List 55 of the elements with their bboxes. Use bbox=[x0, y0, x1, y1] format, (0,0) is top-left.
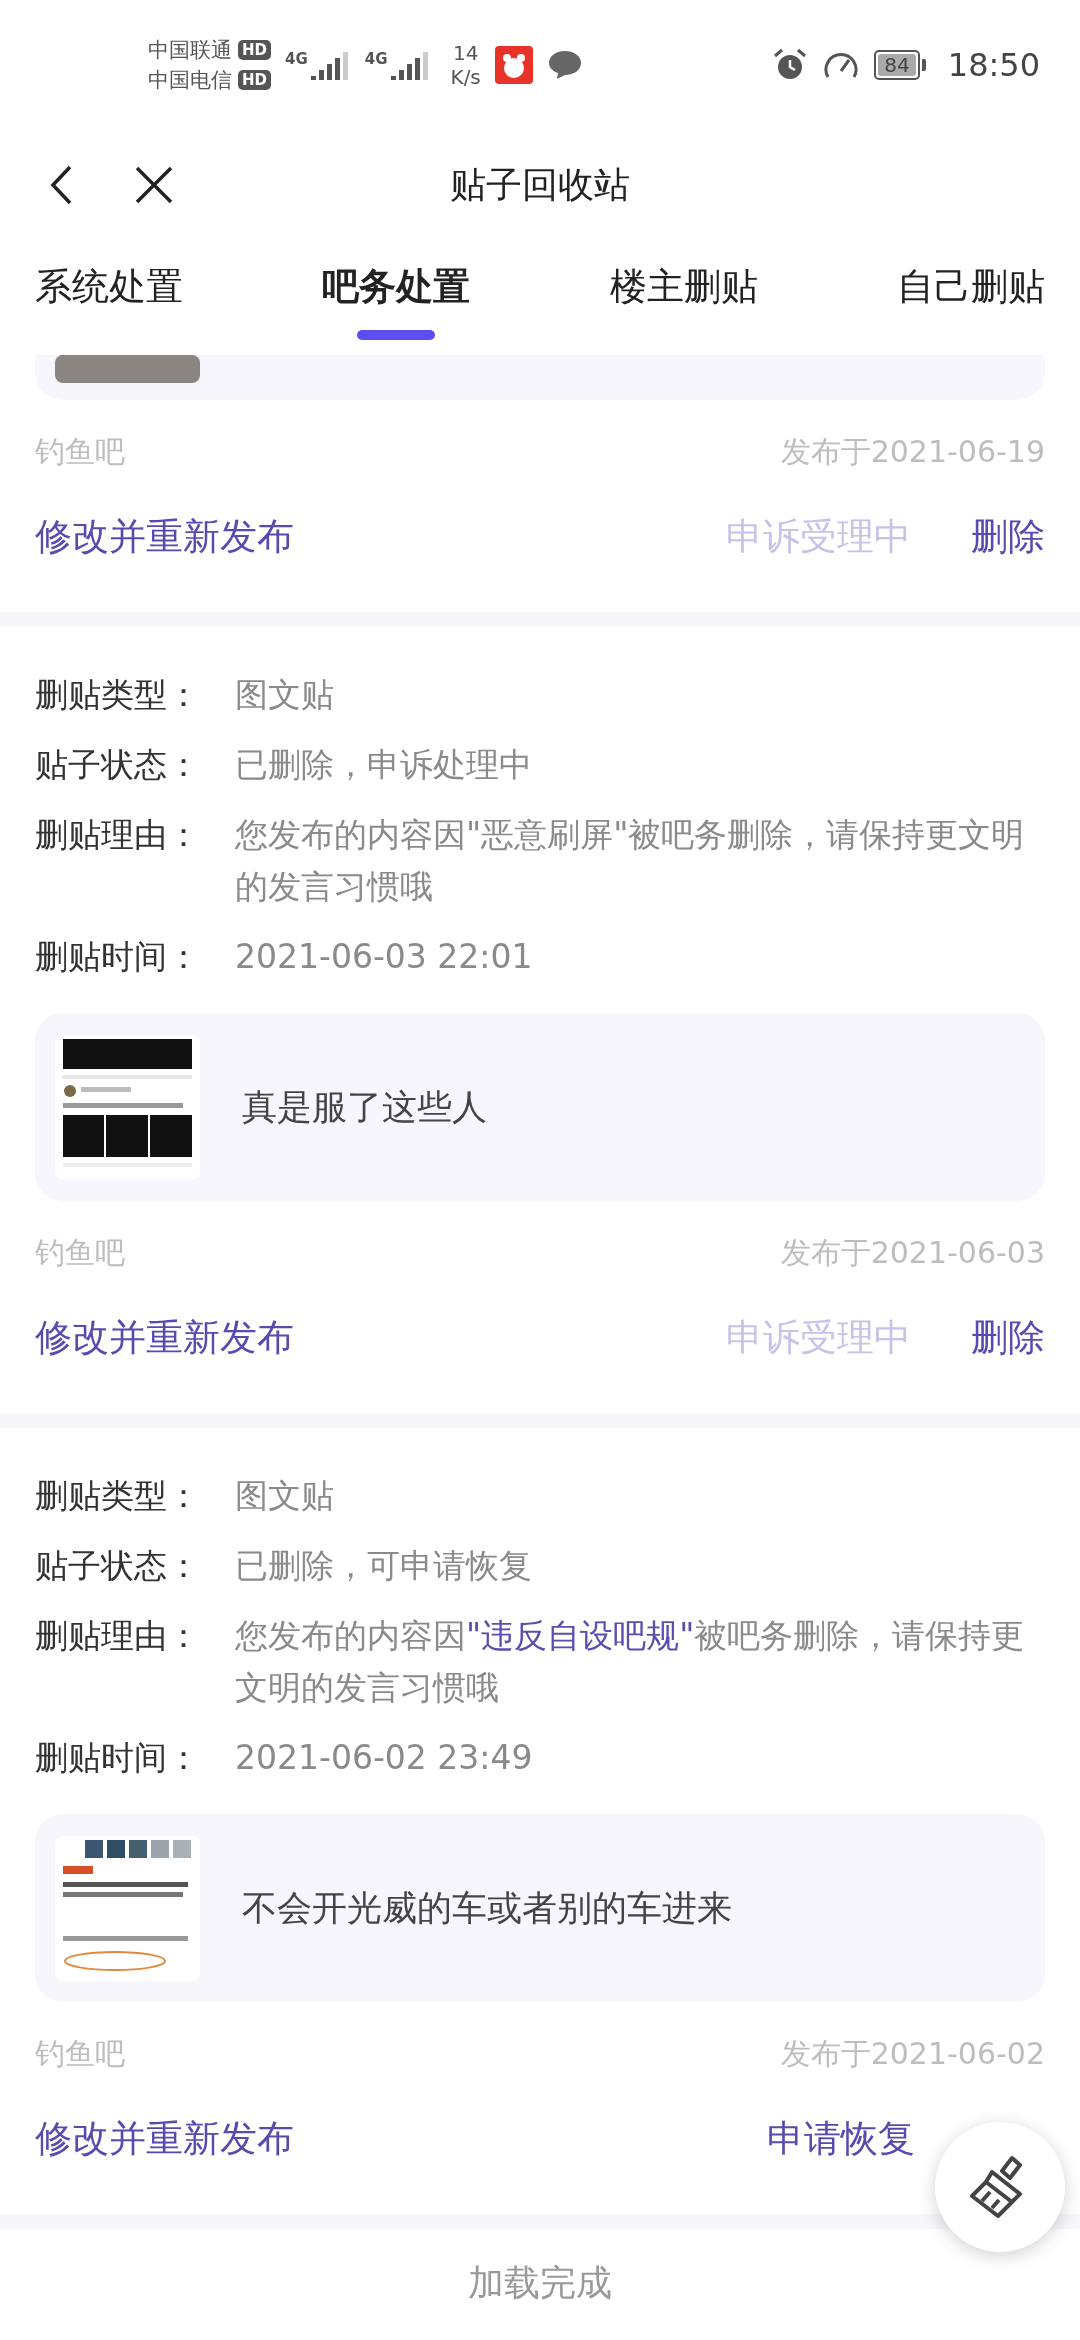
action-link[interactable]: 删除 bbox=[971, 1313, 1045, 1363]
field-value: 您发布的内容因"恶意刷屏"被吧务删除，请保持更文明的发言习惯哦 bbox=[235, 814, 1026, 908]
field-label: 删贴时间： bbox=[35, 936, 201, 978]
post-card[interactable] bbox=[35, 355, 1045, 400]
post-title: 不会开光威的车或者别的车进来 bbox=[242, 1886, 732, 1930]
hd-badge: HD bbox=[238, 40, 271, 60]
action-link[interactable]: 修改并重新发布 bbox=[35, 512, 294, 562]
speed-value: 14 bbox=[452, 41, 479, 65]
speed-unit: K/s bbox=[450, 65, 481, 89]
tab[interactable]: 吧务处置 bbox=[322, 240, 471, 340]
field-value: 已删除，可申请恢复 bbox=[235, 1545, 533, 1587]
action-link[interactable]: 申请恢复 bbox=[767, 2114, 915, 2164]
loading-status: 加载完成 bbox=[468, 2262, 612, 2303]
publish-date: 发布于2021-06-19 bbox=[780, 432, 1045, 471]
field-label: 删贴理由： bbox=[35, 1615, 201, 1657]
action-link[interactable]: 修改并重新发布 bbox=[35, 2114, 294, 2164]
forum-name: 钓鱼吧 bbox=[35, 2034, 125, 2073]
forum-name: 钓鱼吧 bbox=[35, 432, 125, 471]
field-label: 删贴理由： bbox=[35, 814, 201, 856]
network-label: 4G bbox=[364, 50, 388, 68]
post-title: 真是服了这些人 bbox=[242, 1085, 487, 1129]
tab[interactable]: 楼主删贴 bbox=[609, 240, 758, 312]
field-label: 删贴类型： bbox=[35, 1475, 201, 1517]
field-label: 删贴类型： bbox=[35, 674, 201, 716]
field-value: 图文贴 bbox=[235, 674, 335, 716]
network-label: 4G bbox=[285, 50, 308, 68]
tab[interactable]: 自己删贴 bbox=[897, 240, 1045, 312]
carrier-name: 中国电信 bbox=[148, 67, 232, 94]
forum-name: 钓鱼吧 bbox=[35, 1233, 125, 1272]
field-label: 贴子状态： bbox=[35, 744, 201, 786]
action-link[interactable]: 修改并重新发布 bbox=[35, 1313, 294, 1363]
signal-icon bbox=[390, 50, 431, 80]
page-title: 贴子回收站 bbox=[450, 163, 630, 205]
close-icon bbox=[134, 165, 174, 205]
app-icon bbox=[494, 46, 533, 84]
tab[interactable]: 系统处置 bbox=[35, 240, 183, 312]
post-card[interactable]: 不会开光威的车或者别的车进来 bbox=[35, 1814, 1045, 2002]
field-value: 已删除，申诉处理中 bbox=[235, 744, 533, 786]
back-icon bbox=[50, 165, 72, 205]
signal-icon bbox=[310, 50, 351, 80]
carrier-name: 中国联通 bbox=[148, 37, 232, 64]
field-value: 您发布的内容因"违反自设吧规"被吧务删除，请保持更文明的发言习惯哦 bbox=[235, 1615, 1026, 1709]
field-label: 贴子状态： bbox=[35, 1545, 201, 1587]
battery-indicator: 84 bbox=[874, 50, 926, 80]
publish-date: 发布于2021-06-03 bbox=[780, 1233, 1045, 1272]
field-value: 2021-06-02 23:49 bbox=[235, 1737, 534, 1779]
chat-icon bbox=[546, 49, 583, 81]
field-value: 2021-06-03 22:01 bbox=[235, 936, 534, 978]
clock-time: 18:50 bbox=[947, 46, 1040, 84]
hd-badge: HD bbox=[238, 70, 271, 90]
publish-date: 发布于2021-06-02 bbox=[780, 2034, 1045, 2073]
action-link[interactable]: 删除 bbox=[971, 512, 1045, 562]
field-value: 图文贴 bbox=[235, 1475, 335, 1517]
post-card[interactable]: 真是服了这些人 bbox=[35, 1013, 1045, 1201]
field-label: 删贴时间： bbox=[35, 1737, 201, 1779]
